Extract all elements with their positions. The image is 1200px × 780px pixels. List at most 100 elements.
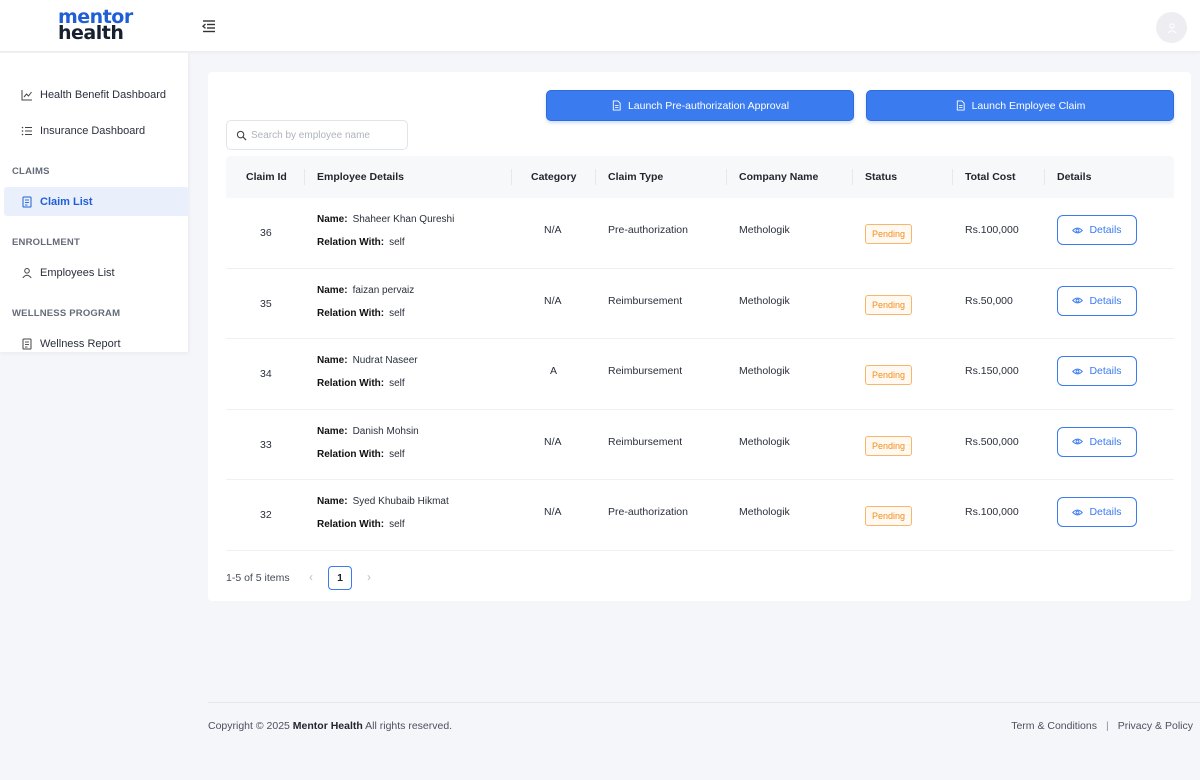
- header-details: Details: [1057, 171, 1092, 183]
- sidebar-item-label: Insurance Dashboard: [40, 124, 146, 137]
- company-name: Methologik: [739, 224, 790, 236]
- page-button-1[interactable]: 1: [328, 566, 352, 590]
- claim-list-card: Launch Pre-authorization Approval Launch…: [208, 72, 1191, 601]
- employee-name: Name: Shaheer Khan Qureshi: [317, 214, 454, 225]
- relation-value: self: [389, 519, 405, 530]
- next-page-button[interactable]: ›: [362, 570, 376, 586]
- launch-employee-claim-button[interactable]: Launch Employee Claim: [866, 90, 1174, 121]
- copyright-prefix: Copyright © 2025: [208, 720, 290, 732]
- status-badge: Pending: [865, 224, 913, 244]
- name-label: Name:: [317, 214, 348, 225]
- status-badge: Pending: [865, 294, 913, 315]
- sidebar-item-label: Health Benefit Dashboard: [40, 88, 166, 101]
- total-cost: Rs.150,000: [965, 365, 1019, 377]
- table-row: 34 Name: Nudrat Naseer Relation With: self…: [226, 339, 1174, 410]
- table-row: 33 Name: Danish Mohsin Relation With: self…: [226, 410, 1174, 480]
- details-button[interactable]: Details: [1057, 426, 1137, 457]
- user-icon: [22, 267, 32, 278]
- header-divider: [304, 169, 305, 185]
- pagination: 1-5 of 5 items ‹ 1 ›: [226, 566, 526, 590]
- launch-preauthorization-button[interactable]: Launch Pre-authorization Approval: [546, 90, 854, 121]
- header-claim-type: Claim Type: [608, 171, 664, 183]
- line-chart-icon: [21, 89, 32, 100]
- header-employee-details: Employee Details: [317, 171, 404, 183]
- details-label: Details: [1089, 435, 1122, 448]
- header-divider: [952, 169, 953, 185]
- document-icon: [22, 338, 32, 349]
- footer-divider: [208, 702, 1200, 703]
- prev-page-button[interactable]: ‹: [304, 570, 318, 586]
- employee-name-value: Shaheer Khan Qureshi: [352, 214, 455, 225]
- menu-collapse-icon[interactable]: [200, 17, 218, 35]
- claim-type: Reimbursement: [608, 365, 683, 377]
- header-status: Status: [865, 171, 898, 183]
- employee-name: Name: Syed Khubaib Hikmat: [317, 496, 449, 507]
- header-divider: [852, 169, 853, 185]
- sidebar-item-claim-list[interactable]: Claim List: [4, 187, 189, 216]
- claims-table: Claim Id Employee Details Category Claim…: [226, 156, 1174, 551]
- sidebar-item-label: Claim List: [40, 195, 93, 208]
- category: A: [550, 365, 558, 377]
- claim-type: Reimbursement: [608, 294, 683, 307]
- status-badge: Pending: [865, 365, 913, 385]
- status-badge: Pending: [865, 435, 913, 456]
- sidebar-item-wellness-report[interactable]: Wellness Report: [4, 329, 189, 358]
- mentor-health-logo[interactable]: mentor health: [58, 8, 148, 43]
- table-row: 36 Name: Shaheer Khan Qureshi Relation Wi…: [226, 198, 1174, 269]
- employee-name: Name: faizan pervaiz: [317, 285, 414, 296]
- category: N/A: [544, 506, 562, 518]
- category: N/A: [544, 435, 562, 448]
- privacy-link[interactable]: Privacy & Policy: [1118, 720, 1193, 732]
- user-icon: [1167, 22, 1176, 33]
- footer-brand: Mentor Health: [292, 720, 363, 732]
- terms-link[interactable]: Term & Conditions: [1011, 720, 1097, 732]
- relation-value: self: [389, 448, 405, 460]
- header-divider: [1044, 169, 1045, 185]
- company-name: Methologik: [739, 294, 790, 307]
- copyright-suffix: All rights reserved.: [365, 720, 453, 732]
- employee-relation: Relation With: self: [317, 378, 405, 389]
- details-button[interactable]: Details: [1057, 497, 1137, 527]
- table-row: 32 Name: Syed Khubaib Hikmat Relation Wit…: [226, 480, 1174, 551]
- pagination-summary: 1-5 of 5 items: [226, 572, 290, 584]
- header-divider: [726, 169, 727, 185]
- details-label: Details: [1089, 294, 1122, 307]
- company-name: Methologik: [739, 365, 790, 377]
- sidebar-item-health-benefit-dashboard[interactable]: Health Benefit Dashboard: [4, 80, 189, 109]
- details-button[interactable]: Details: [1057, 356, 1137, 386]
- employee-name-value: Syed Khubaib Hikmat: [352, 496, 449, 507]
- relation-label: Relation With:: [317, 519, 385, 530]
- employee-relation: Relation With: self: [317, 449, 405, 460]
- employee-name: Name: Nudrat Naseer: [317, 355, 418, 366]
- total-cost: Rs.500,000: [965, 435, 1019, 448]
- header-divider: [595, 169, 596, 185]
- total-cost: Rs.50,000: [965, 294, 1013, 307]
- sidebar-item-insurance-dashboard[interactable]: Insurance Dashboard: [4, 116, 189, 145]
- category: N/A: [544, 294, 562, 307]
- copyright-text: Copyright © 2025 Mentor Health All right…: [208, 720, 452, 732]
- relation-label: Relation With:: [317, 307, 385, 319]
- employee-relation: Relation With: self: [317, 519, 405, 530]
- claim-id: 36: [260, 227, 272, 239]
- table-row: 35 Name: faizan pervaiz Relation With: sel…: [226, 269, 1174, 339]
- details-button[interactable]: Details: [1057, 215, 1137, 245]
- claim-id: 33: [260, 438, 272, 451]
- details-button[interactable]: Details: [1057, 285, 1137, 316]
- status-badge: Pending: [865, 506, 913, 526]
- eye-icon: [1072, 227, 1084, 233]
- relation-value: self: [389, 378, 405, 389]
- details-label: Details: [1089, 506, 1122, 518]
- sidebar-item-employees-list[interactable]: Employees List: [4, 258, 189, 287]
- category: N/A: [544, 224, 562, 236]
- name-label: Name:: [317, 425, 348, 437]
- eye-icon: [1072, 368, 1084, 374]
- search-input[interactable]: [251, 129, 401, 141]
- sidebar-item-label: Employees List: [40, 266, 115, 279]
- eye-icon: [1072, 438, 1084, 445]
- user-avatar[interactable]: [1156, 12, 1187, 43]
- header-company-name: Company Name: [739, 171, 819, 183]
- header-category: Category: [531, 171, 577, 183]
- company-name: Methologik: [739, 435, 790, 448]
- section-label-claims: CLAIMS: [12, 166, 50, 177]
- list-icon: [21, 126, 32, 135]
